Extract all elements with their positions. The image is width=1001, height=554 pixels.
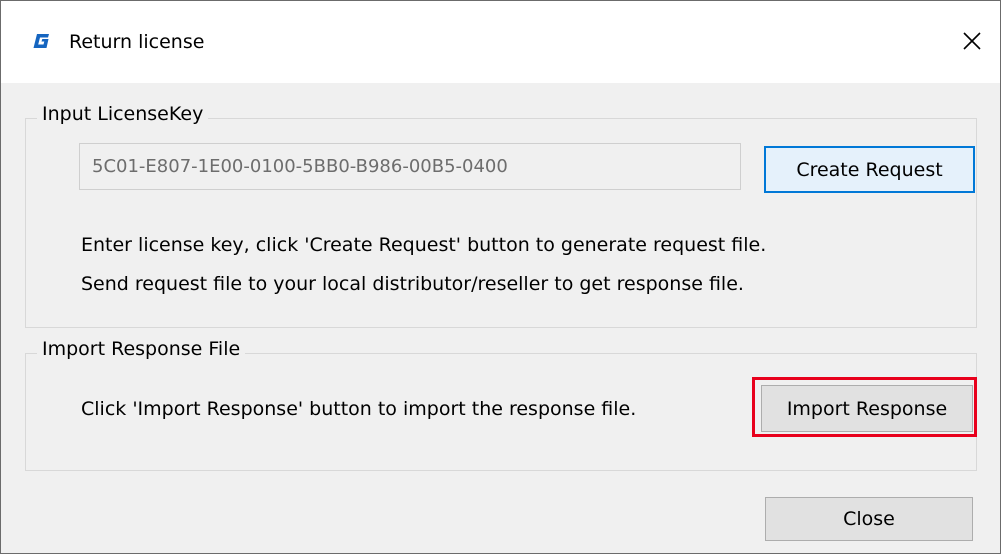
- window-title: Return license: [69, 31, 205, 53]
- import-response-group-label: Import Response File: [37, 337, 246, 361]
- close-button-label: Close: [843, 508, 895, 530]
- create-request-button[interactable]: Create Request: [764, 146, 975, 193]
- send-request-instruction: Send request file to your local distribu…: [81, 273, 744, 295]
- license-key-field[interactable]: [79, 143, 741, 190]
- license-key-group-label: Input LicenseKey: [37, 102, 209, 126]
- close-icon[interactable]: [962, 31, 982, 51]
- return-license-dialog: Return license Input LicenseKey Create R…: [0, 0, 1001, 554]
- import-response-instruction: Click 'Import Response' button to import…: [81, 398, 637, 420]
- close-window-button[interactable]: [954, 23, 990, 59]
- import-response-label: Import Response: [786, 397, 948, 420]
- title-bar: Return license: [1, 1, 1000, 83]
- import-response-button[interactable]: Import Response: [761, 385, 973, 432]
- create-request-instruction: Enter license key, click 'Create Request…: [81, 234, 767, 256]
- create-request-label: Create Request: [796, 158, 943, 181]
- gstarcad-g-icon: [33, 34, 49, 48]
- close-button[interactable]: Close: [765, 497, 973, 541]
